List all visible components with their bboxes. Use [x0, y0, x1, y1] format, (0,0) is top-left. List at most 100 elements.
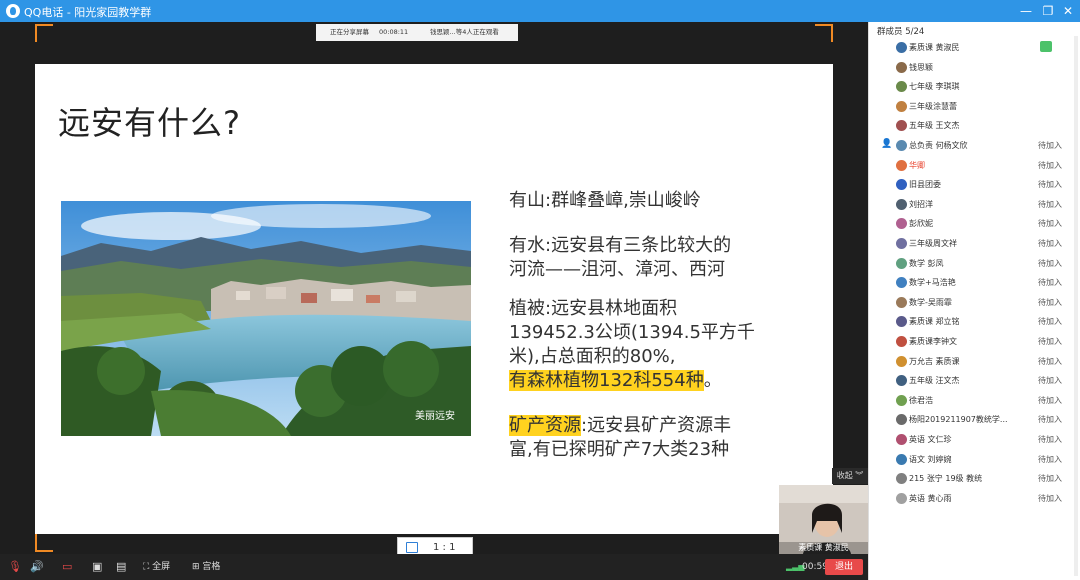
speaking-icon [1040, 41, 1052, 52]
landscape-photo: 美丽远安 [61, 201, 471, 436]
member-row[interactable]: 数学+马浩艳 待加入 [869, 273, 1074, 293]
share-screen-icon[interactable]: ▣ [92, 560, 102, 574]
photo-watermark: 美丽远安 [415, 411, 455, 422]
member-row[interactable]: 旧县团委 待加入 [869, 175, 1074, 195]
member-row[interactable]: 杨阳2019211907教统学... 待加入 [869, 410, 1074, 430]
avatar [896, 159, 907, 171]
avatar [896, 100, 907, 112]
member-row[interactable]: 素质课 黄淑民 [869, 38, 1074, 58]
minimize-icon[interactable]: — [1016, 2, 1036, 20]
member-row[interactable]: 数学 彭凤 待加入 [869, 254, 1074, 274]
avatar [896, 198, 907, 210]
qq-logo-icon [6, 4, 20, 18]
camera-preview[interactable]: 素质课 黄淑民 [779, 485, 868, 554]
member-name: 素质课 黄淑民 [909, 43, 960, 52]
avatar [896, 42, 907, 53]
member-row[interactable]: 彭欣妮 待加入 [869, 214, 1074, 234]
window-title: QQ电话 - 阳光家园教学群 [24, 6, 152, 19]
member-row[interactable]: 三年级周文祥 待加入 [869, 234, 1074, 254]
member-row[interactable]: 五年级 汪文杰 待加入 [869, 371, 1074, 391]
member-status: 待加入 [1038, 180, 1062, 190]
slide-highlight-forest: 有森林植物132科554种 [509, 370, 704, 391]
member-count: 群成员 5/24 [877, 27, 925, 37]
member-status: 待加入 [1038, 474, 1062, 484]
microphone-muted-icon[interactable]: 🎙 [8, 560, 22, 574]
member-status: 待加入 [1038, 297, 1062, 307]
screen-icon [406, 542, 418, 553]
member-row[interactable]: 👤 总负责 何杨文欣 待加入 [869, 136, 1074, 156]
member-status: 待加入 [1038, 219, 1062, 229]
slide-text-p1: 有山:群峰叠嶂,崇山峻岭 [509, 190, 701, 211]
speaker-icon[interactable]: 🔊 [30, 560, 44, 574]
avatar [896, 355, 907, 367]
member-name: 素质课 郑立铭 [909, 317, 960, 327]
avatar [896, 61, 907, 73]
member-row[interactable]: 七年级 李琪琪 [869, 77, 1074, 97]
member-row[interactable]: 数学-吴雨霏 待加入 [869, 293, 1074, 313]
member-status: 待加入 [1038, 454, 1062, 464]
call-toolbar: 🎙 🔊 ▭ ▣ ▤ ⛶ 全屏 ⊞ 宫格 ▂▃▅ 00:59 退出 [0, 554, 868, 580]
member-row[interactable]: 钱思颖 [869, 58, 1074, 78]
member-name: 数学-吴雨霏 [909, 297, 952, 307]
frame-corner-top-left [35, 24, 53, 42]
member-status: 待加入 [1038, 356, 1062, 366]
member-row[interactable]: 英语 黄心雨 待加入 [869, 489, 1074, 509]
slide-title: 远安有什么? [58, 104, 241, 142]
avatar [896, 81, 907, 93]
member-name: 素质课李钟文 [909, 337, 957, 346]
member-status: 待加入 [1038, 141, 1062, 150]
member-status: 待加入 [1038, 278, 1062, 288]
slide-text-p3c: 米),占总面积的80%, [509, 346, 676, 367]
member-name: 三年级涂慧蕾 [909, 101, 957, 111]
member-name: 万允吉 素质课 [909, 356, 960, 366]
member-row[interactable]: 素质课李钟文 待加入 [869, 332, 1074, 352]
member-row[interactable]: 万允吉 素质课 待加入 [869, 352, 1074, 372]
share-viewers: 钱思颖...等4人正在观看 [430, 28, 499, 36]
member-status: 待加入 [1038, 415, 1062, 425]
member-row[interactable]: 215 张宁 19级 教统 待加入 [869, 469, 1074, 489]
slide-paragraph-rivers: 有水:远安县有三条比较大的 河流——沮河、漳河、西河 [509, 234, 731, 282]
share-timer: 00:08:11 [379, 28, 409, 36]
end-call-button[interactable]: 退出 [825, 559, 863, 575]
camera-off-icon[interactable]: ▭ [62, 560, 72, 574]
member-panel: 群成员 5/24 素质课 黄淑民 钱思颖 七年级 李琪琪 三年级涂慧蕾 五年级 王文杰 👤… [868, 22, 1080, 580]
member-row[interactable]: 素质课 郑立铭 待加入 [869, 312, 1074, 332]
member-name: 彭欣妮 [909, 219, 933, 229]
fullscreen-button[interactable]: ⛶ 全屏 [143, 560, 170, 574]
avatar [896, 316, 907, 328]
member-row[interactable]: 华卿 待加入 [869, 156, 1074, 176]
slide-text-p3b: 139452.3公顷(1394.5平方千 [509, 322, 755, 343]
member-row[interactable]: 徐君浩 待加入 [869, 391, 1074, 411]
member-row[interactable]: 刘招洋 待加入 [869, 195, 1074, 215]
member-name: 徐君浩 [909, 395, 933, 405]
member-name: 刘招洋 [909, 199, 933, 209]
share-status-text: 正在分享屏幕 [330, 28, 369, 36]
collapse-button[interactable]: 收起 ︾ [832, 468, 868, 484]
close-icon[interactable]: ✕ [1058, 2, 1078, 20]
member-status: 待加入 [1038, 376, 1062, 386]
member-row[interactable]: 英语 文仁珍 待加入 [869, 430, 1074, 450]
gallery-button[interactable]: ⊞ 宫格 [192, 560, 220, 574]
avatar [896, 414, 907, 426]
member-name: 杨阳2019211907教统学... [909, 415, 1008, 425]
member-status: 待加入 [1038, 239, 1062, 248]
member-row[interactable]: 五年级 王文杰 [869, 116, 1074, 136]
member-name: 数学+马浩艳 [909, 278, 956, 288]
member-name: 钱思颖 [909, 62, 933, 72]
member-list-scrollbar[interactable] [1074, 36, 1078, 576]
member-row[interactable]: 三年级涂慧蕾 [869, 97, 1074, 117]
member-status: 待加入 [1038, 258, 1062, 268]
group-owner-icon: 👤 [881, 139, 893, 149]
avatar [896, 140, 907, 151]
member-status: 待加入 [1038, 395, 1062, 405]
member-name: 七年级 李琪琪 [909, 82, 960, 92]
presentation-slide: 远安有什么? 美丽远安 有山:群峰叠嶂,崇山峻岭 有水:远安县有三条比较大的 河… [35, 64, 833, 534]
avatar [896, 120, 907, 132]
restore-icon[interactable]: ❐ [1038, 2, 1058, 20]
member-status: 待加入 [1038, 337, 1062, 346]
whiteboard-icon[interactable]: ▤ [116, 560, 126, 574]
member-row[interactable]: 语文 刘婷婉 待加入 [869, 450, 1074, 470]
avatar [896, 375, 907, 387]
avatar [896, 492, 907, 504]
member-name: 英语 文仁珍 [909, 435, 952, 444]
